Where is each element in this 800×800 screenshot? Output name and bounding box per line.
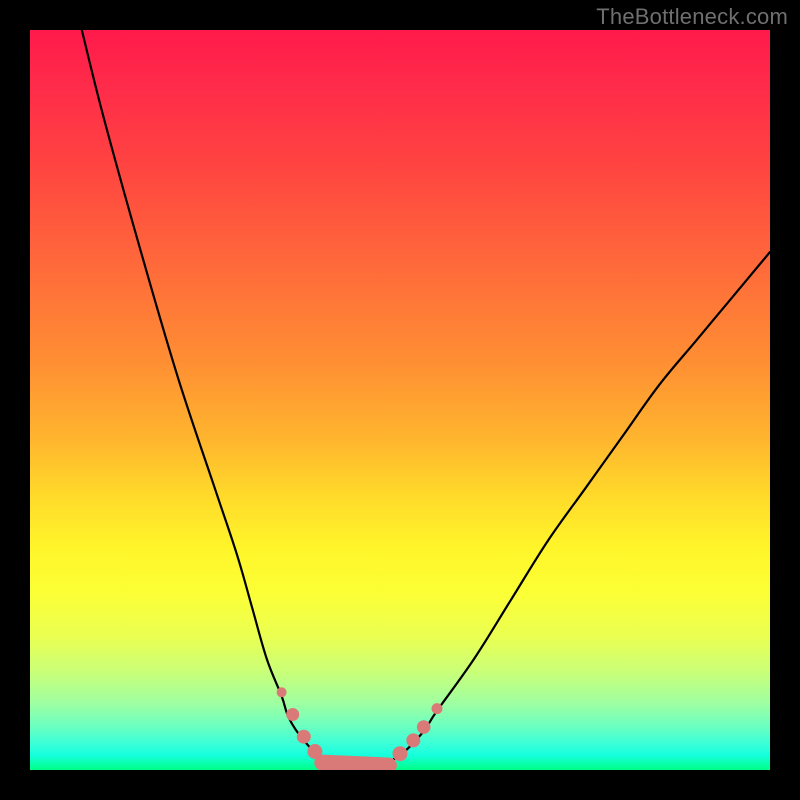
chart-frame: TheBottleneck.com [0, 0, 800, 800]
watermark-text: TheBottleneck.com [596, 4, 788, 30]
gradient-plot-background [30, 30, 770, 770]
